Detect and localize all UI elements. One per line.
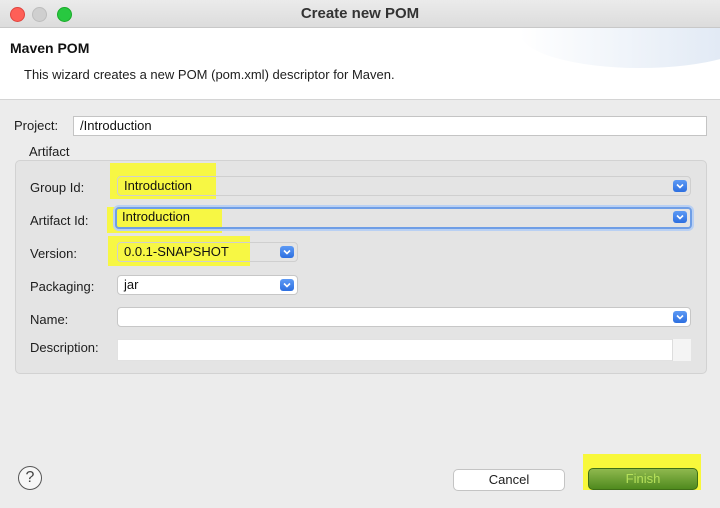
packaging-label: Packaging: <box>30 279 95 294</box>
project-label: Project: <box>14 118 59 133</box>
version-label: Version: <box>30 246 77 261</box>
artifact-group-label: Artifact <box>29 144 70 159</box>
artifact-id-combo[interactable]: Introduction <box>115 207 692 229</box>
artifact-id-label: Artifact Id: <box>30 213 89 228</box>
header-decoration <box>520 28 720 68</box>
artifact-id-value: Introduction <box>122 209 190 224</box>
wizard-header: Maven POM This wizard creates a new POM … <box>0 28 720 100</box>
chevron-down-icon[interactable] <box>280 246 294 258</box>
project-field[interactable]: /Introduction <box>73 116 707 136</box>
create-pom-dialog: Create new POM Maven POM This wizard cre… <box>0 0 720 508</box>
wizard-title: Maven POM <box>10 40 90 56</box>
title-bar: Create new POM <box>0 0 720 28</box>
group-id-combo[interactable]: Introduction <box>117 176 691 196</box>
window-title: Create new POM <box>300 5 420 22</box>
group-id-label: Group Id: <box>30 180 85 195</box>
cancel-button[interactable]: Cancel <box>453 469 565 491</box>
chevron-down-icon[interactable] <box>673 211 687 223</box>
packaging-value: jar <box>124 277 139 292</box>
packaging-combo[interactable]: jar <box>117 275 298 295</box>
wizard-description: This wizard creates a new POM (pom.xml) … <box>24 67 395 82</box>
name-combo[interactable] <box>117 307 691 327</box>
name-label: Name: <box>30 312 69 327</box>
description-field[interactable] <box>117 339 691 361</box>
version-value: 0.0.1-SNAPSHOT <box>124 244 229 259</box>
finish-button[interactable]: Finish <box>588 468 698 490</box>
chevron-down-icon[interactable] <box>673 180 687 192</box>
chevron-down-icon[interactable] <box>673 311 687 323</box>
version-combo[interactable]: 0.0.1-SNAPSHOT <box>117 242 298 262</box>
help-button[interactable]: ? <box>18 466 42 490</box>
description-scrollbar[interactable] <box>672 339 691 361</box>
description-label: Description: <box>30 340 99 355</box>
chevron-down-icon[interactable] <box>280 279 294 291</box>
group-id-value: Introduction <box>124 178 192 193</box>
